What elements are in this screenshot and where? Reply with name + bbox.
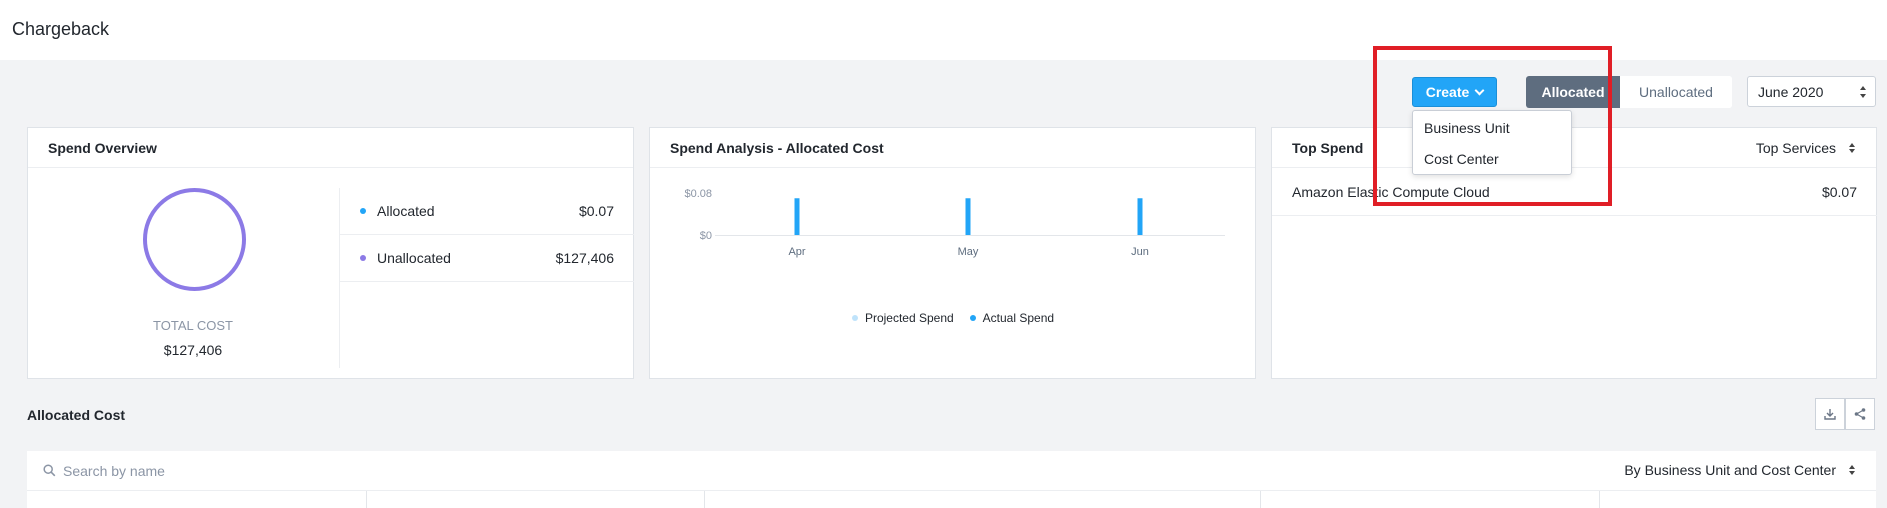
overview-row-value: $127,406 bbox=[555, 250, 614, 266]
top-services-select[interactable]: Top Services bbox=[1756, 140, 1856, 156]
allocated-cost-toolbar: By Business Unit and Cost Center bbox=[27, 451, 1876, 491]
spend-analysis-chart: $0.08 $0 Apr May Jun bbox=[684, 188, 1225, 258]
overview-row-value: $0.07 bbox=[578, 203, 614, 219]
bar-apr[interactable] bbox=[794, 198, 800, 235]
create-dropdown-menu: Business Unit Cost Center bbox=[1412, 110, 1572, 175]
top-spend-row: Amazon Elastic Compute Cloud $0.07 bbox=[1272, 168, 1877, 216]
column-divider bbox=[1260, 491, 1261, 508]
download-icon bbox=[1824, 409, 1836, 420]
sort-arrows-icon bbox=[1848, 143, 1856, 153]
total-cost-value: $127,406 bbox=[163, 342, 223, 358]
download-button[interactable] bbox=[1815, 398, 1845, 430]
legend-label: Projected Spend bbox=[864, 311, 954, 325]
month-select[interactable]: June 2020 bbox=[1747, 76, 1876, 107]
menu-item-cost-center[interactable]: Cost Center bbox=[1413, 143, 1571, 174]
spend-overview-card: Spend Overview TOTAL COST $127,406 Alloc… bbox=[27, 127, 634, 379]
top-bar: Chargeback bbox=[0, 0, 1887, 60]
x-tick-label: May bbox=[958, 246, 979, 258]
overview-row-unallocated: Unallocated $127,406 bbox=[340, 235, 634, 282]
top-services-select-value: Top Services bbox=[1755, 140, 1836, 156]
menu-item-business-unit[interactable]: Business Unit bbox=[1413, 112, 1571, 143]
search-icon bbox=[43, 464, 56, 482]
share-button[interactable] bbox=[1845, 398, 1875, 430]
x-tick-label: Apr bbox=[788, 246, 805, 258]
month-select-value: June 2020 bbox=[1758, 83, 1824, 100]
sort-arrows-icon bbox=[1848, 465, 1856, 475]
total-cost-label: TOTAL COST bbox=[153, 318, 233, 333]
unallocated-dot-icon bbox=[360, 255, 366, 261]
spend-overview-title: Spend Overview bbox=[28, 128, 633, 168]
service-name: Amazon Elastic Compute Cloud bbox=[1292, 183, 1490, 200]
bar-jun[interactable] bbox=[1137, 198, 1143, 235]
top-spend-card: Top Spend Top Services Amazon Elastic Co… bbox=[1271, 127, 1877, 379]
toggle-allocated[interactable]: Allocated bbox=[1526, 76, 1620, 108]
table-header bbox=[27, 491, 1876, 508]
total-cost-donut bbox=[143, 188, 246, 291]
search-input[interactable] bbox=[63, 451, 463, 491]
y-tick-label: $0.08 bbox=[684, 188, 712, 200]
chart-legend: Projected Spend Actual Spend bbox=[650, 311, 1256, 325]
page-title: Chargeback bbox=[12, 19, 110, 39]
spend-analysis-card: Spend Analysis - Allocated Cost $0.08 $0 A… bbox=[649, 127, 1256, 379]
allocation-toggle: Allocated Unallocated bbox=[1526, 76, 1732, 108]
column-divider bbox=[366, 491, 367, 508]
legend-item-actual[interactable]: Actual Spend bbox=[969, 311, 1055, 325]
chevron-down-icon bbox=[1474, 85, 1485, 95]
bar-may[interactable] bbox=[965, 198, 971, 235]
actual-dot-icon bbox=[969, 315, 976, 321]
spend-analysis-title: Spend Analysis - Allocated Cost bbox=[650, 128, 1255, 168]
create-button[interactable]: Create bbox=[1412, 77, 1497, 107]
service-value: $0.07 bbox=[1821, 183, 1857, 200]
column-divider bbox=[1599, 491, 1600, 508]
projected-dot-icon bbox=[851, 315, 858, 321]
overview-row-allocated: Allocated $0.07 bbox=[340, 188, 634, 235]
sort-arrows-icon bbox=[1859, 86, 1867, 98]
toggle-unallocated[interactable]: Unallocated bbox=[1620, 76, 1732, 108]
create-button-label: Create bbox=[1425, 84, 1470, 100]
allocated-dot-icon bbox=[360, 208, 366, 214]
share-icon bbox=[1854, 408, 1866, 420]
overview-row-name: Unallocated bbox=[377, 250, 451, 266]
column-divider bbox=[704, 491, 705, 508]
legend-item-projected[interactable]: Projected Spend bbox=[851, 311, 954, 325]
group-by-select-value: By Business Unit and Cost Center bbox=[1624, 462, 1836, 478]
group-by-select[interactable]: By Business Unit and Cost Center bbox=[1624, 462, 1856, 478]
allocated-cost-title: Allocated Cost bbox=[27, 407, 126, 423]
legend-label: Actual Spend bbox=[982, 311, 1055, 325]
x-tick-label: Jun bbox=[1131, 246, 1149, 258]
overview-row-name: Allocated bbox=[377, 203, 435, 219]
y-tick-label: $0 bbox=[700, 230, 712, 242]
